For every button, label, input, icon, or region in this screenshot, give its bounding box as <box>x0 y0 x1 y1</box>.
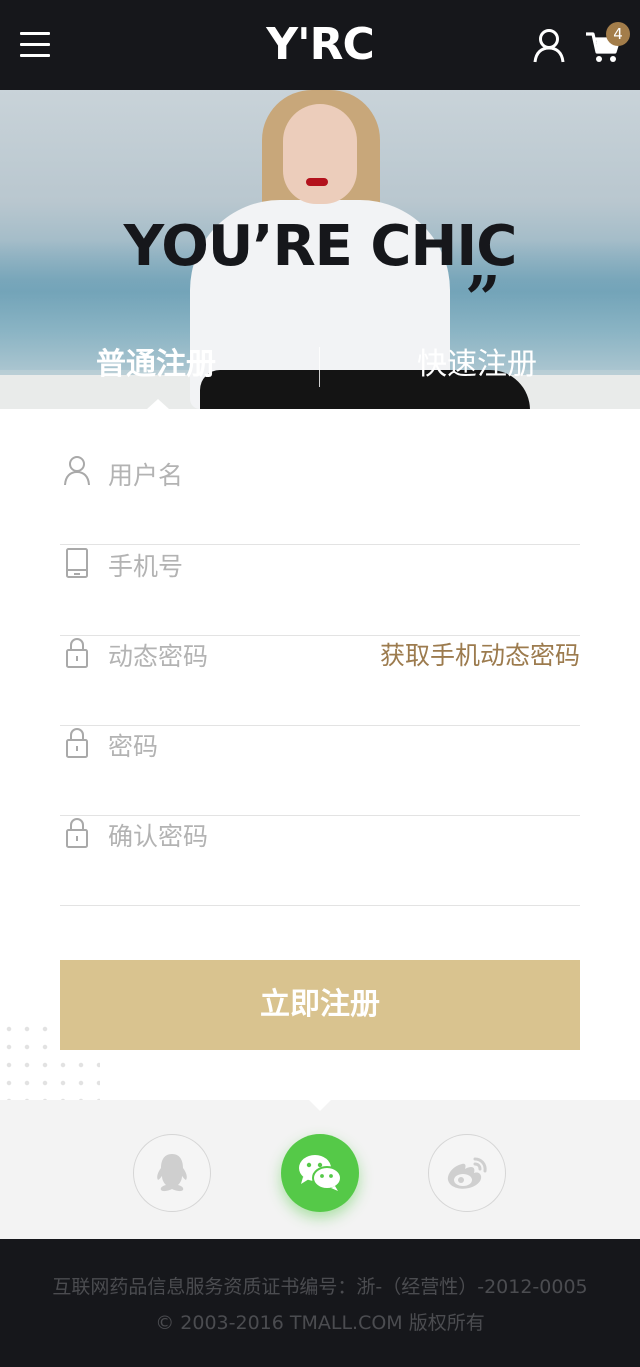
tab-quick-register[interactable]: 快速注册 <box>417 345 537 385</box>
sms-code-input[interactable] <box>108 636 358 676</box>
register-now-button[interactable]: 立即注册 <box>60 960 580 1050</box>
quote-icon: ” <box>465 262 501 335</box>
username-field <box>60 455 580 545</box>
tab-normal-register[interactable]: 普通注册 <box>96 345 216 385</box>
cart-count-badge: 4 <box>606 22 630 46</box>
social-pointer <box>309 1100 331 1111</box>
sms-code-field: 获取手机动态密码 <box>60 636 580 726</box>
lock-icon <box>64 726 90 758</box>
user-icon[interactable] <box>532 28 566 64</box>
tab-divider <box>319 347 320 387</box>
username-input[interactable] <box>108 455 408 495</box>
user-icon <box>64 455 90 486</box>
wechat-login-button[interactable] <box>281 1134 359 1212</box>
lock-icon <box>64 636 90 668</box>
hero-slogan: YOU’RE CHIC <box>123 214 518 279</box>
hero-banner: YOU’RE CHIC ” 普通注册 快速注册 <box>0 90 640 409</box>
phone-icon <box>64 546 90 578</box>
wechat-icon <box>299 1155 342 1191</box>
qq-login-button[interactable] <box>133 1134 211 1212</box>
password-field <box>60 726 580 816</box>
weibo-login-button[interactable] <box>428 1134 506 1212</box>
top-bar: Y'RC 4 <box>0 0 640 90</box>
password-input[interactable] <box>108 726 408 766</box>
license-text: 互联网药品信息服务资质证书编号：浙-（经营性）-2012-0005 <box>52 1276 588 1298</box>
model-image <box>306 178 328 186</box>
confirm-password-input[interactable] <box>108 816 408 856</box>
phone-input[interactable] <box>108 546 408 586</box>
model-image <box>283 104 357 204</box>
confirm-password-field <box>60 816 580 906</box>
qq-icon <box>157 1154 187 1192</box>
active-tab-indicator <box>147 399 169 409</box>
footer: 互联网药品信息服务资质证书编号：浙-（经营性）-2012-0005 © 2003… <box>0 1239 640 1367</box>
weibo-icon <box>447 1157 487 1189</box>
lock-icon <box>64 816 90 848</box>
phone-field <box>60 546 580 636</box>
copyright-text: © 2003-2016 TMALL.COM 版权所有 <box>155 1312 485 1334</box>
get-sms-code-button[interactable]: 获取手机动态密码 <box>380 636 580 676</box>
